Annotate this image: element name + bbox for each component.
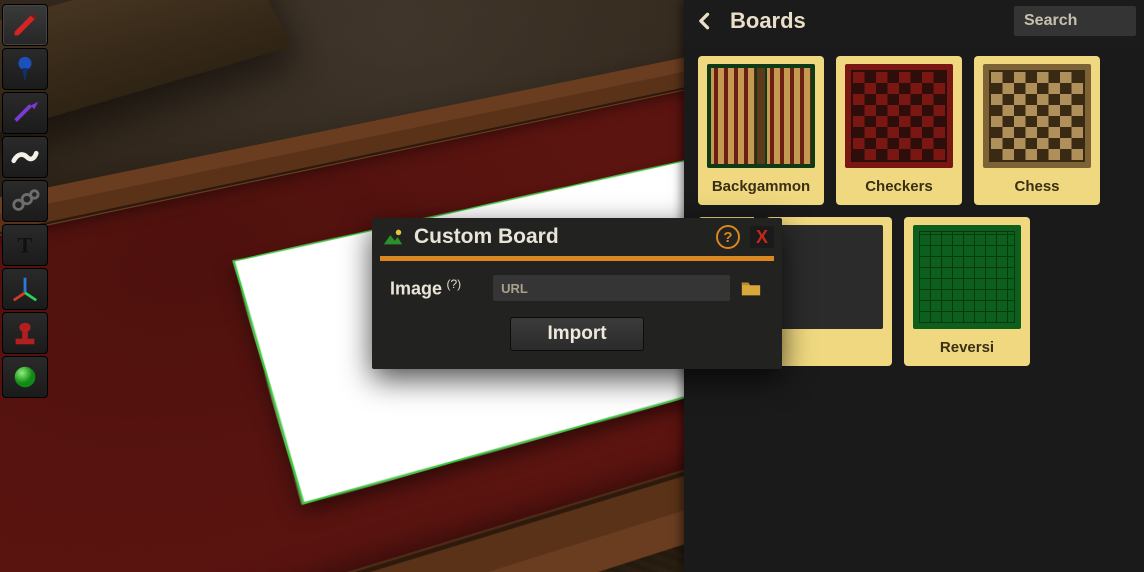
library-item-backgammon[interactable]: Backgammon [698,56,824,205]
marble-icon [10,362,40,392]
gesture-icon [10,142,40,172]
pin-icon [10,54,40,84]
pencil-icon [10,10,40,40]
folder-icon [738,277,764,299]
chain-icon [10,186,40,216]
dialog-titlebar[interactable]: Custom Board ? X [372,218,782,256]
image-row: Image (?) URL [390,275,764,301]
image-url-input[interactable]: URL [493,275,730,301]
library-header: Boards Search [684,0,1144,42]
dialog-help-button[interactable]: ? [716,225,740,249]
line-tool[interactable] [2,92,48,134]
svg-text:T: T [17,233,32,258]
library-item-custom[interactable] [766,217,892,366]
library-search-input[interactable]: Search [1014,6,1136,36]
library-item-label: Chess [1014,178,1059,195]
library-item-chess[interactable]: Chess [974,56,1100,205]
url-placeholder: URL [501,281,528,296]
gesture-tool[interactable] [2,136,48,178]
custom-thumb [775,225,883,329]
axis-tool[interactable] [2,268,48,310]
backgammon-thumb [707,64,815,168]
text-icon: T [10,230,40,260]
dialog-body: Image (?) URL Import [372,275,782,369]
picture-icon [382,226,404,248]
marble-tool[interactable] [2,356,48,398]
custom-board-dialog[interactable]: Custom Board ? X Image (?) URL Import [372,218,782,369]
text-tool[interactable]: T [2,224,48,266]
chevron-left-icon [695,11,715,31]
library-back-button[interactable] [688,4,722,38]
browse-file-button[interactable] [738,277,764,299]
left-toolbar: T [0,0,50,402]
reversi-thumb [913,225,1021,329]
dialog-close-button[interactable]: X [750,226,774,248]
stamp-tool[interactable] [2,312,48,354]
dialog-divider [380,256,774,261]
chess-thumb [983,64,1091,168]
checkers-thumb [845,64,953,168]
image-label: Image [390,278,442,298]
search-placeholder: Search [1024,12,1077,30]
pencil-tool[interactable] [2,4,48,46]
dialog-title: Custom Board [414,225,559,249]
stamp-icon [10,318,40,348]
library-item-label: Backgammon [712,178,810,195]
image-hint[interactable]: (?) [446,277,461,291]
library-item-label: Checkers [865,178,933,195]
import-button[interactable]: Import [510,317,644,351]
library-title: Boards [730,8,806,34]
library-item-reversi[interactable]: Reversi [904,217,1030,366]
line-icon [10,98,40,128]
axis-icon [10,274,40,304]
pin-tool[interactable] [2,48,48,90]
library-item-label: Reversi [940,339,994,356]
library-item-checkers[interactable]: Checkers [836,56,962,205]
joint-tool[interactable] [2,180,48,222]
